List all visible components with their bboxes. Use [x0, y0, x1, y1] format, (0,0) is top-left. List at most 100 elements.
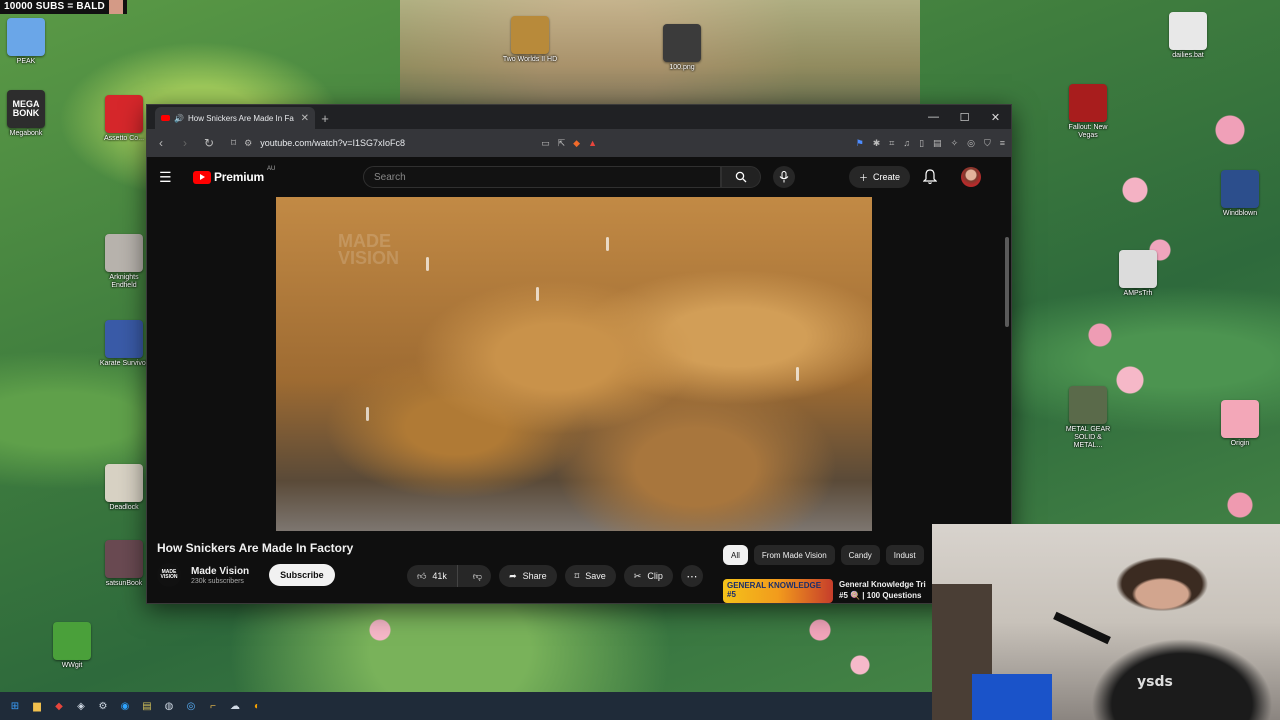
- subscriber-count: 230k subscribers: [191, 577, 244, 585]
- hamburger-menu-icon[interactable]: ☰: [159, 169, 179, 186]
- video-player-area[interactable]: MADE VISION: [147, 197, 1011, 531]
- desktop-icon-wwgit[interactable]: WWgit: [44, 622, 100, 670]
- browser-tab-active[interactable]: 🔊 How Snickers Are Made In Fa ✕: [155, 107, 315, 129]
- close-window-button[interactable]: ✕: [980, 105, 1011, 129]
- save-label: Save: [585, 571, 606, 581]
- chrome-icon[interactable]: ◎: [184, 699, 198, 713]
- new-tab-button[interactable]: +: [315, 107, 335, 129]
- share-page-icon[interactable]: ⇱: [558, 138, 566, 149]
- chip-from-channel[interactable]: From Made Vision: [753, 545, 835, 565]
- voice-search-button[interactable]: [773, 166, 795, 188]
- desktop-icon-label: dailies.bat: [1172, 52, 1204, 59]
- desktop-icon-deadlock[interactable]: Deadlock: [96, 464, 152, 512]
- channel-name[interactable]: Made Vision: [191, 566, 249, 577]
- satsun-app-icon: [105, 540, 143, 578]
- megabonk-app-icon: MEGA BONK: [7, 90, 45, 128]
- maximize-button[interactable]: ☐: [949, 105, 980, 129]
- chip-candy[interactable]: Candy: [840, 545, 880, 565]
- like-button[interactable]: 👍︎ 41k: [407, 565, 458, 587]
- desktop-icon-label: Origin: [1230, 440, 1250, 447]
- address-bar[interactable]: ⌑ ⚙ youtube.com/watch?v=I1SG7xIoFc8 ▭ ⇱ …: [225, 133, 603, 153]
- install-app-icon[interactable]: ▭: [541, 138, 550, 149]
- folder-icon[interactable]: ⌐: [206, 699, 220, 713]
- webcam-shirt-text: ysds: [1137, 674, 1173, 690]
- brave-browser-icon[interactable]: ◆: [52, 699, 66, 713]
- search-input[interactable]: Search: [363, 166, 721, 188]
- leo-ai-icon[interactable]: ✧: [951, 138, 959, 149]
- desktop-icon-label: 100.png: [669, 64, 695, 71]
- extension-blue-icon[interactable]: ⚑: [856, 138, 864, 149]
- steam-icon[interactable]: ☁: [228, 699, 242, 713]
- desktop-icon-karate[interactable]: Karate Survivor: [96, 320, 152, 368]
- recommended-title[interactable]: General Knowledge Tri #5 🍭 | 100 Questio…: [839, 579, 926, 603]
- shield-icon[interactable]: ⛉: [984, 138, 991, 149]
- clip-button[interactable]: ✂ Clip: [623, 565, 673, 587]
- reload-button[interactable]: ↻: [201, 136, 217, 150]
- share-button[interactable]: ➦ Share: [499, 565, 557, 587]
- minimize-button[interactable]: —: [918, 105, 949, 129]
- thumbs-down-icon: 👎︎: [472, 570, 483, 581]
- dislike-button[interactable]: 👎︎: [464, 565, 491, 587]
- media-icon[interactable]: ♫: [903, 138, 910, 148]
- brave-rewards-icon[interactable]: ▲: [588, 138, 597, 148]
- vpn-icon[interactable]: ◎: [967, 138, 975, 149]
- site-info-icon[interactable]: ⚙: [244, 138, 252, 149]
- notifications-bell-icon[interactable]: [923, 169, 937, 185]
- chrome-alt-icon[interactable]: ◐: [250, 699, 264, 713]
- start-windows-icon[interactable]: ⊞: [8, 699, 22, 713]
- app-icon[interactable]: ◈: [74, 699, 88, 713]
- desktop-icon-fallout[interactable]: Fallout: New Vegas: [1060, 84, 1116, 140]
- back-button[interactable]: ‹: [153, 136, 169, 150]
- bookmark-icon[interactable]: ⌑: [231, 138, 236, 149]
- file-explorer-icon[interactable]: ▆: [30, 699, 44, 713]
- edge-icon[interactable]: ◉: [118, 699, 132, 713]
- video-title: How Snickers Are Made In Factory: [157, 541, 354, 555]
- desktop-icon-amps[interactable]: AMPsTrh: [1110, 250, 1166, 298]
- brave-shield-icon[interactable]: ◆: [573, 138, 580, 149]
- desktop-icon-peak[interactable]: PEAK: [0, 18, 54, 66]
- tab-strip: 🔊 How Snickers Are Made In Fa ✕ + — ☐ ✕: [147, 105, 1011, 129]
- desktop-icon-satsun[interactable]: satsunBook: [96, 540, 152, 588]
- desktop-icon-png100[interactable]: 100.png: [654, 24, 710, 72]
- desktop-icon-origin[interactable]: Origin: [1212, 400, 1268, 448]
- recommended-video[interactable]: GENERAL KNOWLEDGE #5 General Knowledge T…: [723, 579, 926, 603]
- search-button[interactable]: [721, 166, 761, 188]
- create-button[interactable]: ＋ Create: [849, 166, 911, 188]
- desktop-icon-megabonk[interactable]: MEGA BONK Megabonk: [0, 90, 54, 138]
- tab-close-icon[interactable]: ✕: [301, 113, 309, 124]
- forward-button[interactable]: ›: [177, 136, 193, 150]
- account-avatar[interactable]: [961, 167, 981, 187]
- overlay-banner-text: 10000 SUBS = BALD: [4, 1, 105, 12]
- chip-industry[interactable]: Indust: [885, 545, 924, 565]
- youtube-logo[interactable]: Premium AU: [193, 166, 275, 184]
- extensions-puzzle-icon[interactable]: ✱: [873, 138, 881, 149]
- obs-icon[interactable]: ◍: [162, 699, 176, 713]
- desktop-icon-label: AMPsTrh: [1123, 290, 1153, 297]
- desktop-icon-arknights[interactable]: Arknights Endfield: [96, 234, 152, 290]
- desktop-icon-assetto[interactable]: Assetto Co...: [96, 95, 152, 143]
- chip-all[interactable]: All: [723, 545, 748, 565]
- menu-icon[interactable]: ≡: [1000, 138, 1005, 148]
- desktop-icon-label: satsunBook: [105, 580, 143, 587]
- channel-avatar[interactable]: MADE VISION: [157, 563, 181, 587]
- save-button[interactable]: ⌑ Save: [564, 565, 616, 587]
- desktop-icon-dailies[interactable]: dailies.bat: [1160, 12, 1216, 60]
- webcam-overlay: ysds: [932, 524, 1280, 720]
- sidebar-icon[interactable]: ▯: [919, 138, 924, 149]
- notepad-icon[interactable]: ▤: [140, 699, 154, 713]
- desktop-icon-windblown[interactable]: Windblown: [1212, 170, 1268, 218]
- desktop-icon-twoworlds[interactable]: Two Worlds II HD: [502, 16, 558, 64]
- settings-gear-icon[interactable]: ⚙: [96, 699, 110, 713]
- wallet-icon[interactable]: ▤: [933, 138, 942, 149]
- recommended-thumbnail[interactable]: GENERAL KNOWLEDGE #5: [723, 579, 833, 603]
- screenshot-icon[interactable]: ⌗: [889, 138, 894, 149]
- page-scrollbar[interactable]: [1005, 237, 1009, 327]
- url-text: youtube.com/watch?v=I1SG7xIoFc8: [260, 138, 406, 148]
- video-player[interactable]: MADE VISION: [276, 197, 872, 531]
- share-icon: ➦: [509, 570, 517, 581]
- like-count: 41k: [432, 571, 447, 581]
- subscribe-button[interactable]: Subscribe: [269, 564, 335, 586]
- more-actions-button[interactable]: ⋯: [680, 565, 703, 587]
- desktop-icon-metalgear[interactable]: METAL GEAR SOLID & METAL...: [1060, 386, 1116, 450]
- arknights-app-icon: [105, 234, 143, 272]
